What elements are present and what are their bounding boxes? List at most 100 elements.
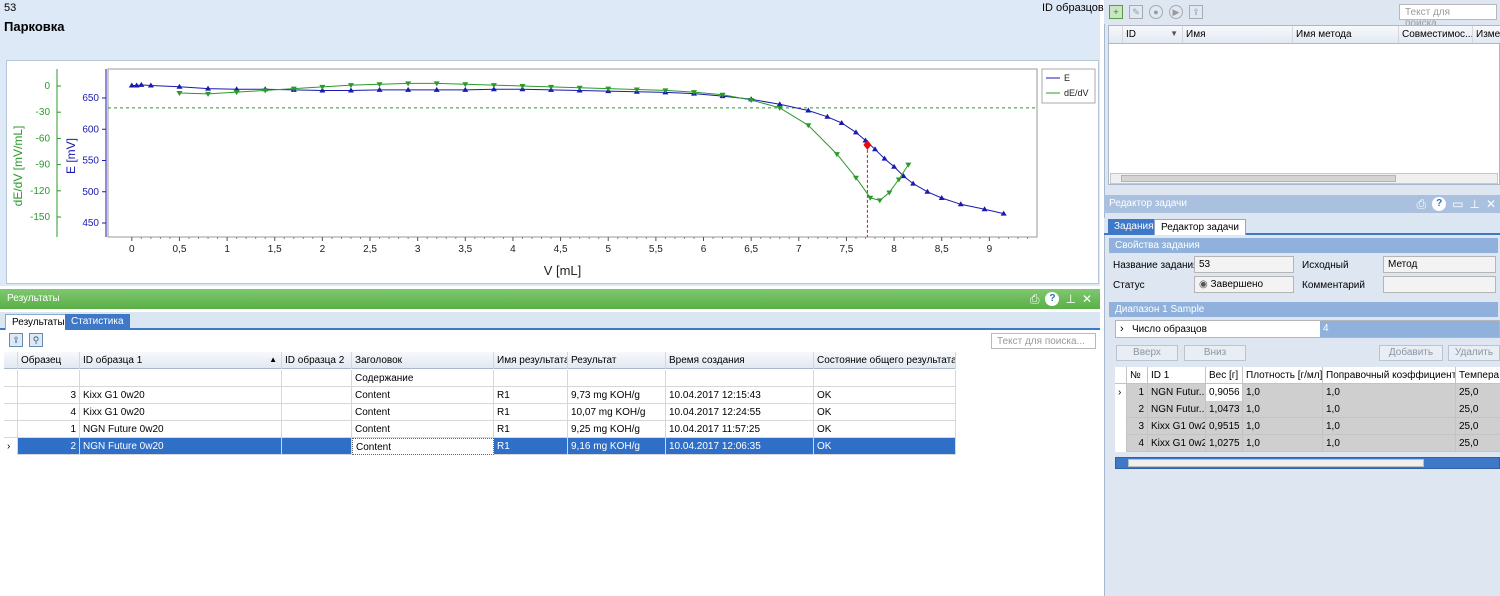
samples-horizontal-scrollbar[interactable] [1115,457,1500,469]
col-weight[interactable]: Вес [г] [1206,367,1243,384]
col-temperature[interactable]: Темпера [1456,367,1500,384]
chart-canvas[interactable]: 0 0,5 1 1,5 2 2,5 3 3,5 4 4,5 5 5,5 6 6,5 7 7,5 8 8,5 9 V [… [7,61,1100,285]
col-correction[interactable]: Поправочный коэффициент [1323,367,1456,384]
expand-chevron-icon[interactable]: › [1120,323,1124,335]
cell-density[interactable]: 1,0 [1243,384,1323,401]
cell-weight[interactable]: 0,9515 [1206,418,1243,435]
sample-row[interactable]: 4 Kixx G1 0w20 1,0275 1,0 1,0 25,0 [1115,435,1500,452]
col-compat[interactable]: Совместимос... [1399,26,1473,43]
col-id1[interactable]: ID образца 1 ▲ [80,352,282,369]
export-task-icon[interactable]: ⇪ [1189,5,1203,19]
id-samples-label: ID образцов: [1042,2,1107,14]
cell-temperature[interactable]: 25,0 [1456,418,1500,435]
sample-row[interactable]: 2 NGN Futur... 1,0473 1,0 1,0 25,0 [1115,401,1500,418]
col-created[interactable]: Время создания [666,352,814,369]
stop-icon[interactable]: ● [1149,5,1163,19]
cell-weight[interactable]: 1,0275 [1206,435,1243,452]
move-up-button[interactable]: Вверх [1116,345,1178,361]
table-row[interactable]: 1 NGN Future 0w20 Content R1 9,25 mg KOH… [4,421,956,438]
cell-sample: 1 [18,421,80,438]
cell-weight[interactable]: 0,9056 [1206,384,1243,401]
col-method-name[interactable]: Имя метода [1293,26,1399,43]
cell-header[interactable]: Content [352,438,494,455]
cell-correction[interactable]: 1,0 [1323,384,1456,401]
col-header[interactable]: Заголовок [352,352,494,369]
source-field[interactable]: Метод [1383,256,1496,273]
cell-density[interactable]: 1,0 [1243,418,1323,435]
tab-results[interactable]: Результаты [5,314,72,330]
cell-temperature[interactable]: 25,0 [1456,401,1500,418]
cell [282,370,352,387]
filter-icon[interactable]: ⚲ [29,333,43,347]
delete-button[interactable]: Удалить [1448,345,1500,361]
move-down-button[interactable]: Вниз [1184,345,1246,361]
cell-correction[interactable]: 1,0 [1323,435,1456,452]
filter-down-icon[interactable]: ▼ [1170,29,1178,38]
col-changed[interactable]: Измен [1473,26,1500,43]
close-icon[interactable]: ✕ [1486,197,1496,211]
comment-field[interactable] [1383,276,1496,293]
cell-density[interactable]: 1,0 [1243,401,1323,418]
cell-density[interactable]: 1,0 [1243,435,1323,452]
cell-weight[interactable]: 1,0473 [1206,401,1243,418]
x-tick-label: 8,5 [935,244,949,255]
x-tick-label: 7 [796,244,802,255]
cell-temperature[interactable]: 25,0 [1456,435,1500,452]
col-density[interactable]: Плотность [г/мл] [1243,367,1323,384]
results-search-input[interactable]: Текст для поиска... [991,333,1096,349]
page-title: Парковка [4,19,65,34]
print-icon[interactable]: ⎙ [1030,292,1040,306]
col-sample[interactable]: Образец [18,352,80,369]
col-id2[interactable]: ID образца 2 [282,352,352,369]
tasks-search-input[interactable]: Текст для поиска... [1399,4,1497,29]
cell-correction[interactable]: 1,0 [1323,401,1456,418]
sample-count-value[interactable]: 4 [1320,321,1499,337]
close-icon[interactable]: ✕ [1082,292,1092,306]
cell [80,370,282,387]
help-icon[interactable]: ? [1045,292,1060,306]
cell-temperature[interactable]: 25,0 [1456,384,1500,401]
scroll-thumb[interactable] [1121,175,1396,182]
cell-status: OK [814,404,956,421]
col-result-name[interactable]: Имя результата [494,352,568,369]
comment-label: Комментарий [1302,280,1365,291]
status-field: ◉ Завершено [1194,276,1294,293]
table-row[interactable]: 4 Kixx G1 0w20 Content R1 10,07 mg KOH/g… [4,404,956,421]
col-task-id[interactable]: ID ▼ [1123,26,1183,43]
print-icon[interactable]: ⎙ [1417,197,1427,211]
sample-count-row[interactable]: › Число образцов 4 [1115,320,1500,338]
e-tick-label: 550 [82,156,99,167]
titration-chart[interactable]: 0 0,5 1 1,5 2 2,5 3 3,5 4 4,5 5 5,5 6 6,5 7 7,5 8 8,5 9 V [… [6,60,1099,284]
sample-row[interactable]: 3 Kixx G1 0w20 0,9515 1,0 1,0 25,0 [1115,418,1500,435]
pin-icon[interactable]: ⊥ [1065,292,1075,306]
tab-tasks[interactable]: Задания [1108,219,1160,235]
play-icon[interactable]: ▶ [1169,5,1183,19]
col-no[interactable]: № [1127,367,1148,384]
tab-task-editor[interactable]: Редактор задачи [1154,219,1246,235]
table-row[interactable]: 3 Kixx G1 0w20 Content R1 9,73 mg KOH/g … [4,387,956,404]
data-point-e [405,86,412,92]
cell-id1: Kixx G1 0w20 [1148,435,1206,452]
edit-task-icon[interactable]: ✎ [1129,5,1143,19]
col-result[interactable]: Результат [568,352,666,369]
col-task-name[interactable]: Имя [1183,26,1293,43]
cell-correction[interactable]: 1,0 [1323,418,1456,435]
help-icon[interactable]: ? [1432,197,1447,211]
cell-no: 1 [1127,384,1148,401]
task-name-field[interactable]: 53 [1194,256,1294,273]
table-row-selected[interactable]: › 2 NGN Future 0w20 Content R1 9,16 mg K… [4,438,956,455]
col-status[interactable]: Состояние общего результата [814,352,956,369]
tab-statistics[interactable]: Статистика [65,314,130,330]
cell-no: 3 [1127,418,1148,435]
add-button[interactable]: Добавить [1379,345,1443,361]
export-icon[interactable]: ⇪ [9,333,23,347]
sample-row[interactable]: › 1 NGN Futur... 0,9056 1,0 1,0 25,0 [1115,384,1500,401]
table-subheader-row: Содержание [4,370,956,387]
scroll-thumb[interactable] [1128,459,1424,467]
tasks-horizontal-scrollbar[interactable] [1110,173,1498,184]
col-sample-id1[interactable]: ID 1 [1148,367,1206,384]
samples-header-row: № ID 1 Вес [г] Плотность [г/мл] Поправоч… [1115,367,1500,384]
minimize-icon[interactable]: ▭ [1452,197,1463,211]
add-task-icon[interactable]: + [1109,5,1123,19]
pin-icon[interactable]: ⊥ [1469,197,1479,211]
